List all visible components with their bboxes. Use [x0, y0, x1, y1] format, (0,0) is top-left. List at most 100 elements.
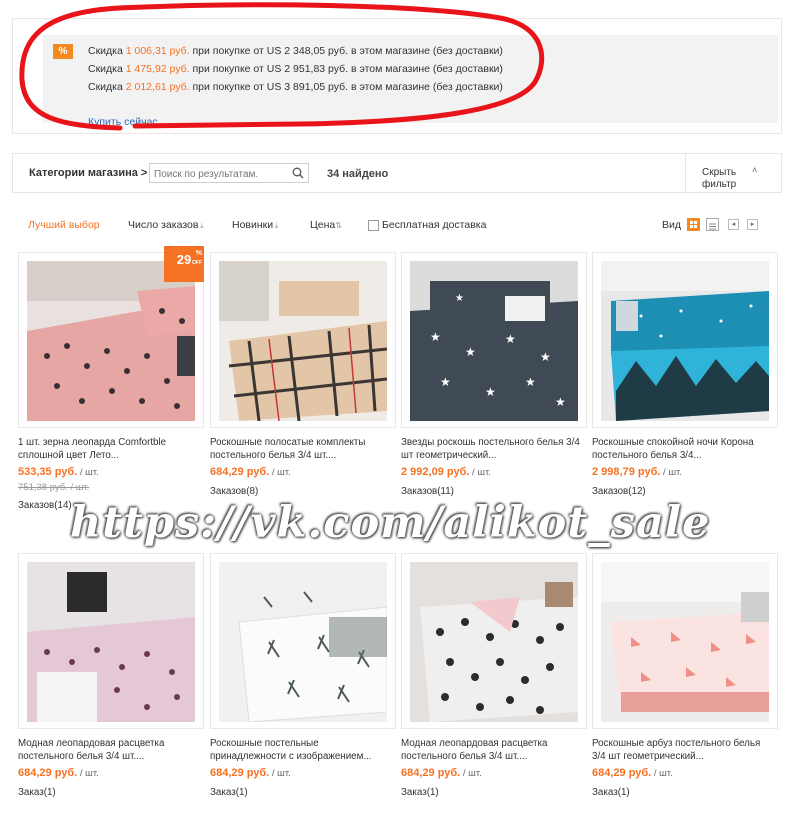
store-categories-button[interactable]: Категории магазина > — [29, 167, 147, 179]
coupon-prefix: Скидка — [88, 63, 126, 75]
sort-arrow-icon: ⇣ — [273, 221, 280, 230]
product-price: 533,35 руб. / шт. — [18, 466, 99, 478]
price-unit: / шт. — [77, 768, 99, 779]
product-image[interactable]: ★ ★ ★ ★ ★ ★ ★ ★ ★ — [401, 252, 587, 428]
product-orders: Заказ(1) — [210, 787, 248, 798]
coupon-condition: при покупке от US 2 951,83 руб. в этом м… — [189, 63, 503, 75]
product-title[interactable]: Модная леопардовая расцветка постельного… — [401, 737, 581, 763]
svg-text:★: ★ — [440, 375, 451, 389]
product-image[interactable] — [592, 252, 778, 428]
price-value: 684,29 руб. — [210, 767, 270, 779]
product-orders: Заказов(14) — [18, 500, 72, 511]
price-value: 2 992,09 руб. — [401, 466, 470, 478]
product-image[interactable] — [592, 553, 778, 729]
product-price: 684,29 руб. / шт. — [18, 767, 99, 779]
product-orders: Заказов(11) — [401, 486, 454, 497]
grid-view-icon[interactable] — [687, 218, 700, 231]
product-image[interactable] — [210, 252, 396, 428]
product-image[interactable] — [401, 553, 587, 729]
free-shipping-checkbox[interactable] — [368, 220, 379, 231]
results-count: 34 найдено — [327, 168, 389, 180]
svg-text:★: ★ — [555, 395, 566, 409]
coupon-line: Скидка 1 475,92 руб. при покупке от US 2… — [88, 63, 503, 75]
price-unit: / шт. — [651, 768, 673, 779]
svg-text:★: ★ — [465, 345, 476, 359]
price-value: 684,29 руб. — [592, 767, 652, 779]
store-filter-bar: Категории магазина > 34 найдено Скрыть ф… — [12, 153, 782, 193]
product-title[interactable]: Роскошные постельные принадлежности с из… — [210, 737, 390, 763]
price-value: 684,29 руб. — [401, 767, 461, 779]
sort-newest-label: Новинки — [232, 219, 274, 231]
off-label: OFF — [192, 260, 202, 266]
next-page-icon[interactable]: ▸ — [747, 219, 758, 230]
product-image[interactable] — [210, 553, 396, 729]
sort-best-match[interactable]: Лучший выбор — [28, 219, 100, 231]
product-title[interactable]: Роскошные полосатые комплекты постельног… — [210, 436, 390, 462]
product-image[interactable] — [18, 553, 204, 729]
price-unit: / шт. — [269, 768, 291, 779]
search-input[interactable] — [150, 165, 293, 184]
product-title[interactable]: 1 шт. зерна леопарда Comfortble сплошной… — [18, 436, 198, 462]
price-unit: / шт. — [77, 467, 99, 478]
sort-bar: Лучший выбор Число заказов⇣ Новинки⇣ Цен… — [12, 212, 782, 238]
discount-percent-icon: % — [53, 44, 73, 59]
price-value: 2 998,79 руб. — [592, 466, 661, 478]
sort-price-label: Цена — [310, 219, 336, 231]
price-unit: / шт. — [269, 467, 291, 478]
price-value: 533,35 руб. — [18, 466, 78, 478]
coupon-amount: 1 006,31 руб. — [125, 45, 190, 57]
sort-updown-icon: ⇅ — [335, 221, 342, 230]
sort-orders[interactable]: Число заказов⇣ — [128, 219, 205, 231]
product-price: 684,29 руб. / шт. — [592, 767, 673, 779]
coupon-condition: при покупке от US 3 891,05 руб. в этом м… — [189, 81, 503, 93]
list-view-icon[interactable] — [706, 218, 719, 231]
prev-page-icon[interactable]: ◂ — [728, 219, 739, 230]
product-price: 684,29 руб. / шт. — [401, 767, 482, 779]
coupon-amount: 2 012,61 руб. — [125, 81, 190, 93]
sort-price[interactable]: Цена⇅ — [310, 219, 342, 231]
svg-text:★: ★ — [430, 330, 441, 344]
product-orders: Заказов(12) — [592, 486, 646, 497]
chevron-up-icon: ˄ — [752, 165, 758, 175]
coupon-list: % Скидка 1 006,31 руб. при покупке от US… — [43, 35, 778, 128]
hide-filter-label: Скрыть фильтр — [702, 167, 737, 190]
price-unit: / шт. — [660, 467, 682, 478]
svg-text:★: ★ — [455, 293, 464, 304]
sort-newest[interactable]: Новинки⇣ — [232, 219, 280, 231]
sort-orders-label: Число заказов — [128, 219, 199, 231]
product-title[interactable]: Звезды роскошь постельного белья 3/4 шт … — [401, 436, 581, 462]
svg-text:★: ★ — [540, 350, 551, 364]
price-unit: / шт. — [460, 768, 482, 779]
coupon-line: Скидка 2 012,61 руб. при покупке от US 3… — [88, 81, 503, 93]
price-unit: / шт. — [469, 467, 491, 478]
watermark-text: https://vk.com/alikot_sale — [70, 498, 711, 548]
product-title[interactable]: Роскошные спокойной ночи Корона постельн… — [592, 436, 772, 462]
product-orders: Заказ(1) — [401, 787, 439, 798]
coupon-condition: при покупке от US 2 348,05 руб. в этом м… — [189, 45, 503, 57]
price-value: 684,29 руб. — [18, 767, 78, 779]
coupon-prefix: Скидка — [88, 81, 126, 93]
free-shipping-label[interactable]: Бесплатная доставка — [382, 219, 486, 231]
product-old-price: 751,38 руб. / шт. — [18, 482, 90, 493]
view-label: Вид — [662, 219, 681, 231]
discount-value: 29 — [176, 252, 192, 267]
search-icon[interactable] — [292, 167, 304, 179]
svg-text:★: ★ — [505, 332, 516, 346]
product-title[interactable]: Модная леопардовая расцветка постельного… — [18, 737, 198, 763]
svg-text:★: ★ — [485, 385, 496, 399]
coupon-line: Скидка 1 006,31 руб. при покупке от US 2… — [88, 45, 503, 57]
search-box — [149, 163, 309, 184]
product-title[interactable]: Роскошные арбуз постельного белья 3/4 шт… — [592, 737, 772, 763]
coupon-amount: 1 475,92 руб. — [125, 63, 190, 75]
store-coupon-panel: % Скидка 1 006,31 руб. при покупке от US… — [12, 18, 782, 134]
price-value: 684,29 руб. — [210, 466, 270, 478]
product-price: 684,29 руб. / шт. — [210, 466, 291, 478]
product-price: 2 992,09 руб. / шт. — [401, 466, 491, 478]
hide-filter-button[interactable]: Скрыть фильтр ˄ — [685, 154, 782, 192]
product-price: 2 998,79 руб. / шт. — [592, 466, 682, 478]
product-orders: Заказов(8) — [210, 486, 259, 497]
sort-arrow-icon: ⇣ — [198, 221, 206, 230]
buy-now-link[interactable]: Купить сейчас — [88, 116, 158, 128]
product-price: 684,29 руб. / шт. — [210, 767, 291, 779]
product-orders: Заказ(1) — [18, 787, 56, 798]
